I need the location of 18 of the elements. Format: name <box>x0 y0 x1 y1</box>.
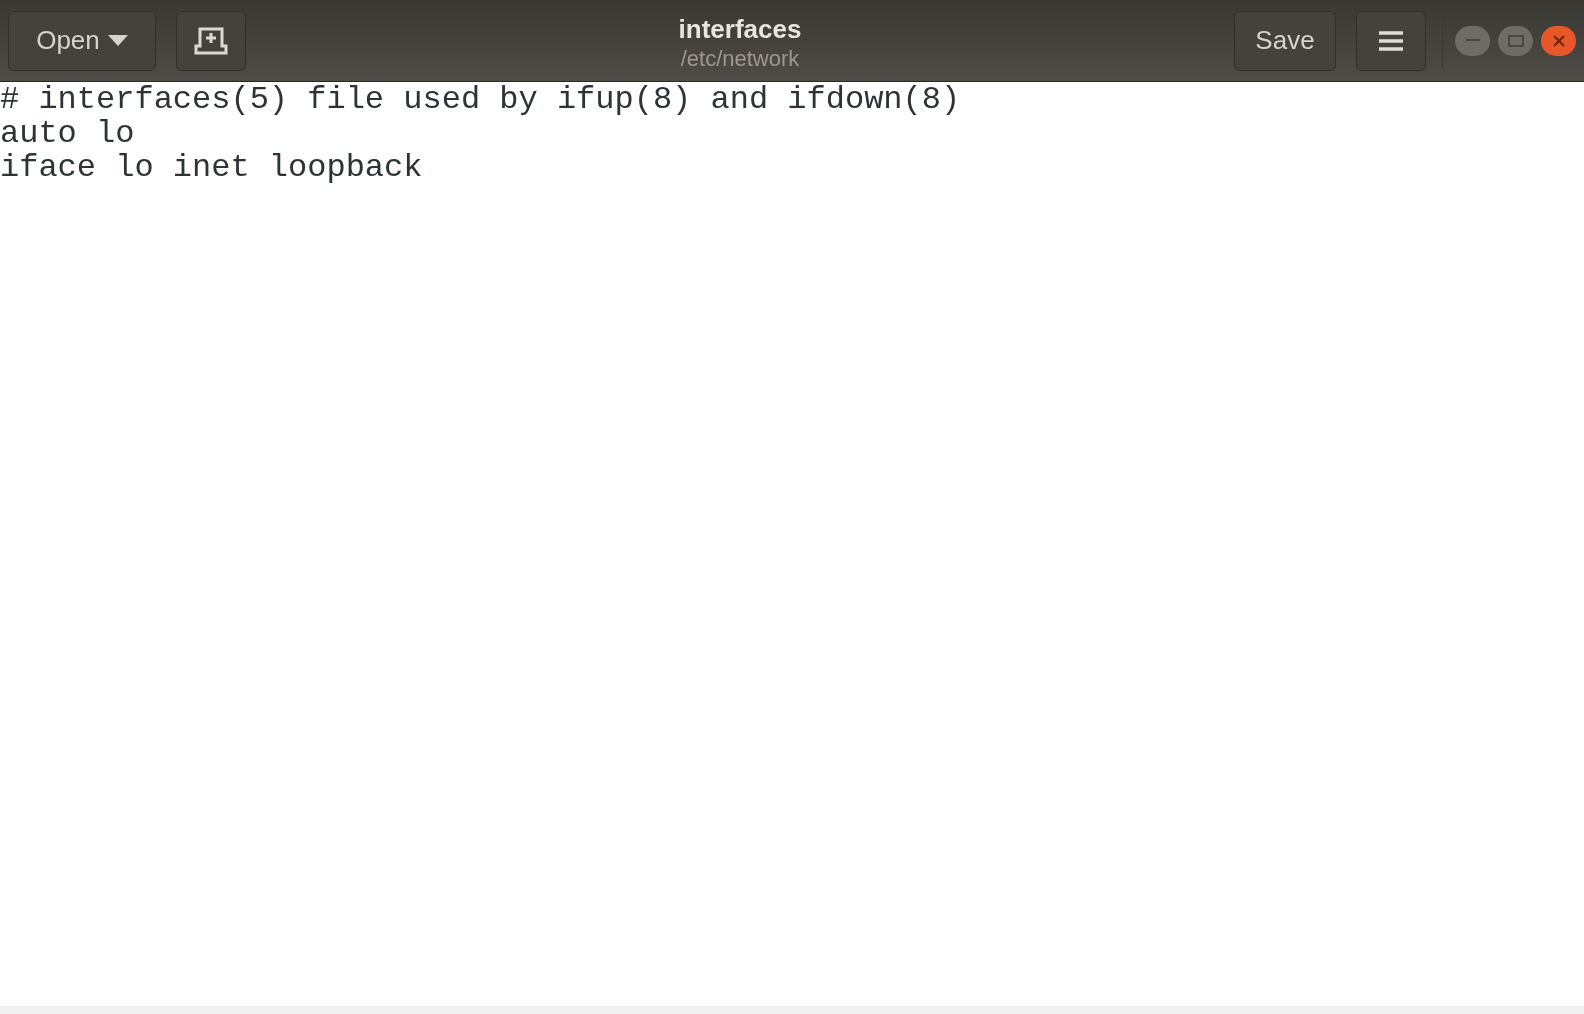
new-tab-button[interactable] <box>176 10 246 71</box>
menu-icon <box>1379 30 1403 51</box>
code-line: auto lo <box>0 117 135 150</box>
close-icon <box>1552 34 1565 47</box>
window-subtitle: /etc/network <box>680 45 800 73</box>
maximize-button[interactable] <box>1498 25 1533 56</box>
close-button[interactable] <box>1541 25 1576 56</box>
code-line: # interfaces(5) file used by ifup(8) and ifdown(8) <box>0 83 961 116</box>
code-line: iface lo inet loopback <box>0 151 423 184</box>
maximize-icon <box>1507 34 1524 47</box>
caret-icon <box>107 35 128 46</box>
minimize-icon <box>1465 39 1480 42</box>
document-plus-icon <box>193 25 229 56</box>
menu-button[interactable] <box>1356 10 1426 71</box>
minimize-button[interactable] <box>1455 25 1490 56</box>
open-button[interactable]: Open <box>8 10 156 71</box>
window-title: interfaces <box>678 12 802 45</box>
save-button[interactable]: Save <box>1234 10 1336 71</box>
